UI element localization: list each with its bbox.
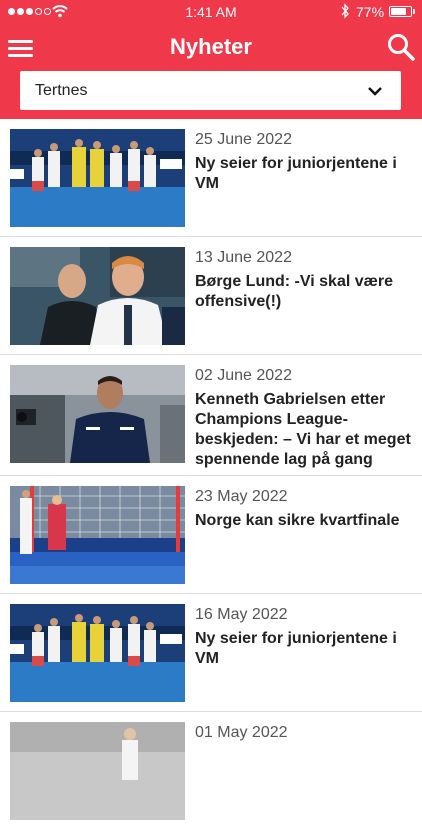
- battery-percentage: 77%: [356, 4, 385, 20]
- news-title: Børge Lund: -Vi skal være offensive(!): [195, 273, 393, 310]
- battery-icon: [389, 6, 412, 17]
- club-filter-select[interactable]: Tertnes: [20, 71, 401, 110]
- news-thumbnail: [10, 722, 185, 820]
- news-title: Ny seier for juniorjentene i VM: [195, 630, 397, 667]
- news-date: 23 May 2022: [195, 488, 288, 505]
- news-title: Norge kan sikre kvartfinale: [195, 512, 400, 529]
- club-filter-value: Tertnes: [35, 82, 88, 99]
- news-thumbnail: [10, 365, 185, 463]
- news-thumbnail: [10, 247, 185, 345]
- news-item[interactable]: 16 May 2022 Ny seier for juniorjentene i…: [0, 594, 422, 712]
- news-item[interactable]: 02 June 2022 Kenneth Gabrielsen etter Ch…: [0, 355, 422, 476]
- news-title: Kenneth Gabrielsen etter Champions Leagu…: [195, 391, 411, 468]
- news-item[interactable]: 23 May 2022 Norge kan sikre kvartfinale: [0, 476, 422, 594]
- news-item[interactable]: 13 June 2022 Børge Lund: -Vi skal være o…: [0, 237, 422, 355]
- news-date: 16 May 2022: [195, 606, 288, 623]
- status-bar: 1:41 AM 77%: [0, 0, 422, 24]
- news-thumbnail: [10, 604, 185, 702]
- bluetooth-icon: [341, 3, 349, 19]
- page-title: Nyheter: [170, 34, 252, 59]
- chevron-down-icon: [368, 87, 382, 96]
- news-date: 02 June 2022: [195, 367, 292, 384]
- news-thumbnail: [10, 129, 185, 227]
- news-item[interactable]: 01 May 2022: [0, 712, 422, 830]
- app-header: 1:41 AM 77% Nyheter Tertnes: [0, 0, 422, 119]
- news-title: Ny seier for juniorjentene i VM: [195, 155, 397, 192]
- news-item[interactable]: 25 June 2022 Ny seier for juniorjentene …: [0, 119, 422, 237]
- news-date: 01 May 2022: [195, 724, 288, 741]
- battery-level: [391, 8, 406, 15]
- news-thumbnail: [10, 486, 185, 584]
- battery-nub: [413, 9, 415, 14]
- news-date: 13 June 2022: [195, 249, 292, 266]
- search-icon[interactable]: [386, 32, 416, 62]
- news-date: 25 June 2022: [195, 131, 292, 148]
